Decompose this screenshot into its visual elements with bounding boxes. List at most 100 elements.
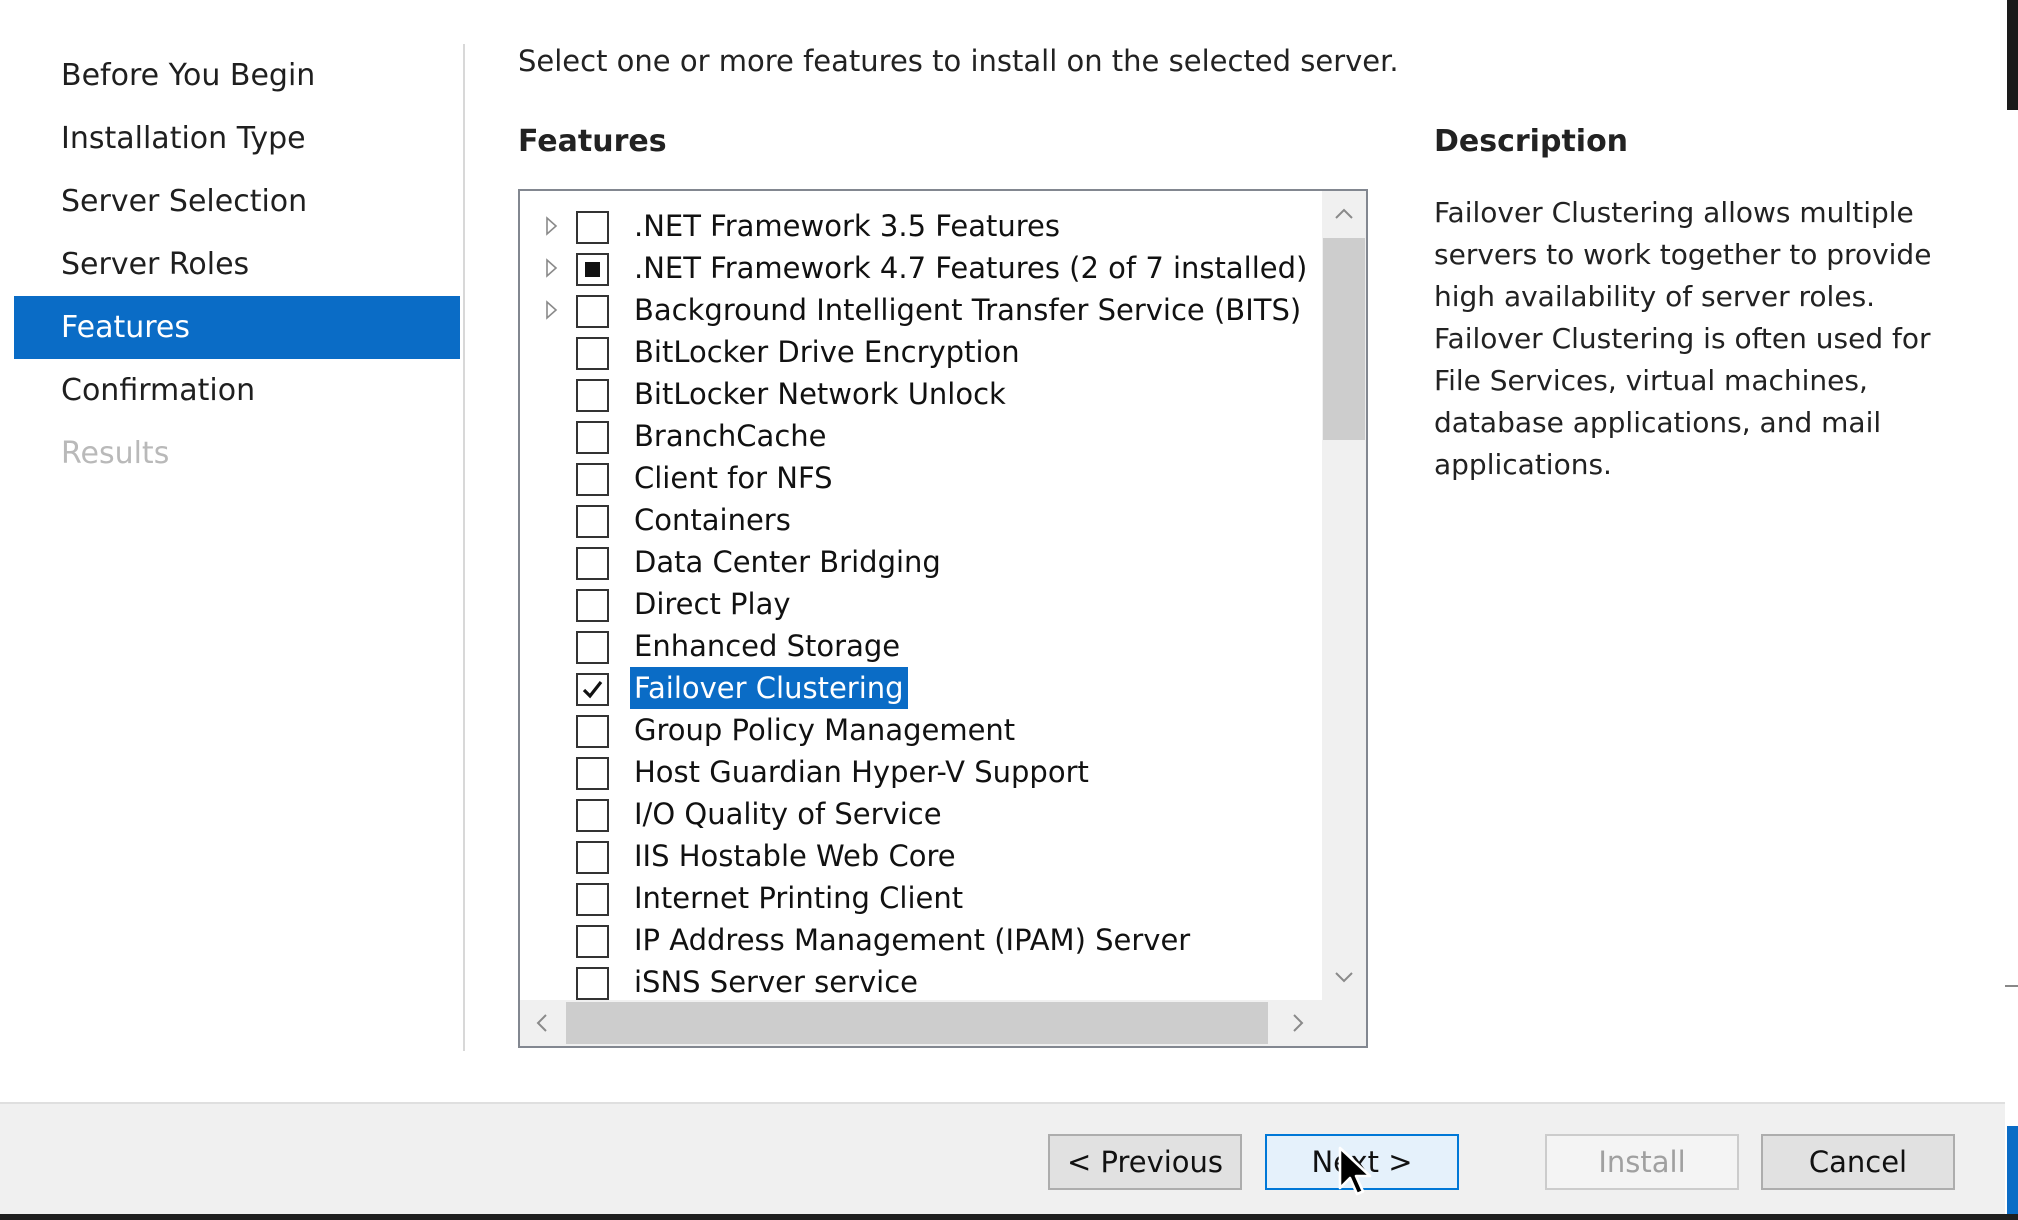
feature-label[interactable]: Group Policy Management	[630, 709, 1019, 751]
features-heading: Features	[518, 124, 667, 159]
feature-row[interactable]: Direct Play	[520, 583, 1322, 625]
feature-label[interactable]: Containers	[630, 499, 795, 541]
wizard-step-nav: Before You Begin Installation Type Serve…	[14, 44, 460, 485]
feature-row[interactable]: BitLocker Network Unlock	[520, 373, 1322, 415]
mouse-pointer-icon	[1338, 1146, 1372, 1196]
features-tree-viewport: .NET Framework 3.5 Features .NET Framewor…	[520, 191, 1322, 1000]
feature-row[interactable]: iSNS Server service	[520, 961, 1322, 1000]
feature-label[interactable]: Enhanced Storage	[630, 625, 904, 667]
nav-item-features[interactable]: Features	[14, 296, 460, 359]
feature-label[interactable]: BitLocker Drive Encryption	[630, 331, 1024, 373]
nav-item-results: Results	[61, 436, 170, 471]
feature-row[interactable]: Background Intelligent Transfer Service …	[520, 289, 1322, 331]
expand-arrow-icon[interactable]	[544, 214, 560, 238]
nav-item-server-roles[interactable]: Server Roles	[14, 233, 460, 296]
feature-row[interactable]: I/O Quality of Service	[520, 793, 1322, 835]
feature-row[interactable]: Host Guardian Hyper-V Support	[520, 751, 1322, 793]
feature-label[interactable]: Internet Printing Client	[630, 877, 967, 919]
feature-checkbox[interactable]	[576, 421, 609, 454]
feature-row[interactable]: .NET Framework 4.7 Features (2 of 7 inst…	[520, 247, 1322, 289]
expand-arrow-icon[interactable]	[544, 256, 560, 280]
chevron-up-icon	[1335, 208, 1353, 219]
taskbar-accent	[2007, 1126, 2018, 1214]
feature-row[interactable]: Client for NFS	[520, 457, 1322, 499]
nav-divider	[463, 44, 465, 1051]
nav-item-server-selection[interactable]: Server Selection	[14, 170, 460, 233]
chevron-right-icon	[1293, 1014, 1304, 1032]
nav-item-installation-type[interactable]: Installation Type	[14, 107, 460, 170]
wizard-footer: < Previous Next > Install Cancel	[0, 1102, 2005, 1214]
taskbar-edge	[0, 1214, 2018, 1220]
scrollbar-corner	[1322, 1000, 1366, 1046]
install-button: Install	[1545, 1134, 1739, 1190]
feature-row[interactable]: Internet Printing Client	[520, 877, 1322, 919]
checkmark-icon	[582, 681, 603, 699]
feature-row[interactable]: Failover Clustering	[520, 667, 1322, 709]
feature-label[interactable]: .NET Framework 4.7 Features (2 of 7 inst…	[630, 247, 1311, 289]
chevron-down-icon	[1335, 972, 1353, 983]
feature-checkbox[interactable]	[576, 379, 609, 412]
feature-row[interactable]: Group Policy Management	[520, 709, 1322, 751]
feature-label[interactable]: iSNS Server service	[630, 961, 922, 1000]
feature-label[interactable]: BranchCache	[630, 415, 830, 457]
feature-row[interactable]: BranchCache	[520, 415, 1322, 457]
feature-label[interactable]: Data Center Bridging	[630, 541, 945, 583]
feature-checkbox[interactable]	[576, 337, 609, 370]
window-right-edge	[2005, 0, 2018, 1214]
outer-divider	[2005, 985, 2018, 987]
feature-checkbox[interactable]	[576, 505, 609, 538]
feature-row[interactable]: Data Center Bridging	[520, 541, 1322, 583]
feature-label[interactable]: IP Address Management (IPAM) Server	[630, 919, 1194, 961]
horizontal-scrollbar[interactable]	[520, 1000, 1366, 1046]
feature-row[interactable]: .NET Framework 3.5 Features	[520, 205, 1322, 247]
previous-button[interactable]: < Previous	[1048, 1134, 1242, 1190]
feature-label[interactable]: Client for NFS	[630, 457, 837, 499]
scroll-right-button[interactable]	[1276, 1000, 1320, 1046]
feature-label[interactable]: I/O Quality of Service	[630, 793, 946, 835]
expand-arrow-icon[interactable]	[544, 298, 560, 322]
nav-item-before-you-begin[interactable]: Before You Begin	[14, 44, 460, 107]
description-heading: Description	[1434, 124, 1629, 159]
feature-checkbox[interactable]	[576, 589, 609, 622]
feature-label[interactable]: .NET Framework 3.5 Features	[630, 205, 1064, 247]
scroll-up-button[interactable]	[1322, 191, 1366, 237]
feature-row[interactable]: BitLocker Drive Encryption	[520, 331, 1322, 373]
feature-row[interactable]: Containers	[520, 499, 1322, 541]
feature-checkbox[interactable]	[576, 799, 609, 832]
feature-label[interactable]: Failover Clustering	[630, 667, 908, 709]
outer-scrollbar[interactable]	[2007, 0, 2018, 110]
chevron-left-icon	[536, 1014, 547, 1032]
feature-row[interactable]: Enhanced Storage	[520, 625, 1322, 667]
feature-row[interactable]: IIS Hostable Web Core	[520, 835, 1322, 877]
nav-item-confirmation[interactable]: Confirmation	[14, 359, 460, 422]
cancel-button[interactable]: Cancel	[1761, 1134, 1955, 1190]
feature-checkbox[interactable]	[576, 463, 609, 496]
feature-label[interactable]: Background Intelligent Transfer Service …	[630, 289, 1305, 331]
scroll-left-button[interactable]	[520, 1000, 564, 1046]
feature-checkbox[interactable]	[576, 673, 609, 706]
feature-checkbox[interactable]	[576, 211, 609, 244]
vertical-scrollbar[interactable]	[1322, 191, 1366, 1000]
feature-label[interactable]: Host Guardian Hyper-V Support	[630, 751, 1093, 793]
feature-row[interactable]: IP Address Management (IPAM) Server	[520, 919, 1322, 961]
instruction-text: Select one or more features to install o…	[518, 44, 1399, 78]
feature-checkbox[interactable]	[576, 547, 609, 580]
feature-checkbox[interactable]	[576, 295, 609, 328]
vertical-scroll-thumb[interactable]	[1323, 238, 1365, 440]
feature-checkbox[interactable]	[576, 967, 609, 1000]
feature-checkbox[interactable]	[576, 925, 609, 958]
feature-label[interactable]: BitLocker Network Unlock	[630, 373, 1010, 415]
horizontal-scroll-thumb[interactable]	[566, 1002, 1268, 1044]
wizard-content: Before You Begin Installation Type Serve…	[0, 0, 2005, 1102]
feature-checkbox[interactable]	[576, 631, 609, 664]
feature-checkbox[interactable]	[576, 883, 609, 916]
features-tree[interactable]: .NET Framework 3.5 Features .NET Framewor…	[518, 189, 1368, 1048]
feature-checkbox[interactable]	[576, 253, 609, 286]
features-rows: .NET Framework 3.5 Features .NET Framewor…	[520, 205, 1322, 1000]
feature-label[interactable]: Direct Play	[630, 583, 795, 625]
feature-label[interactable]: IIS Hostable Web Core	[630, 835, 960, 877]
feature-checkbox[interactable]	[576, 715, 609, 748]
feature-checkbox[interactable]	[576, 757, 609, 790]
scroll-down-button[interactable]	[1322, 954, 1366, 1000]
feature-checkbox[interactable]	[576, 841, 609, 874]
